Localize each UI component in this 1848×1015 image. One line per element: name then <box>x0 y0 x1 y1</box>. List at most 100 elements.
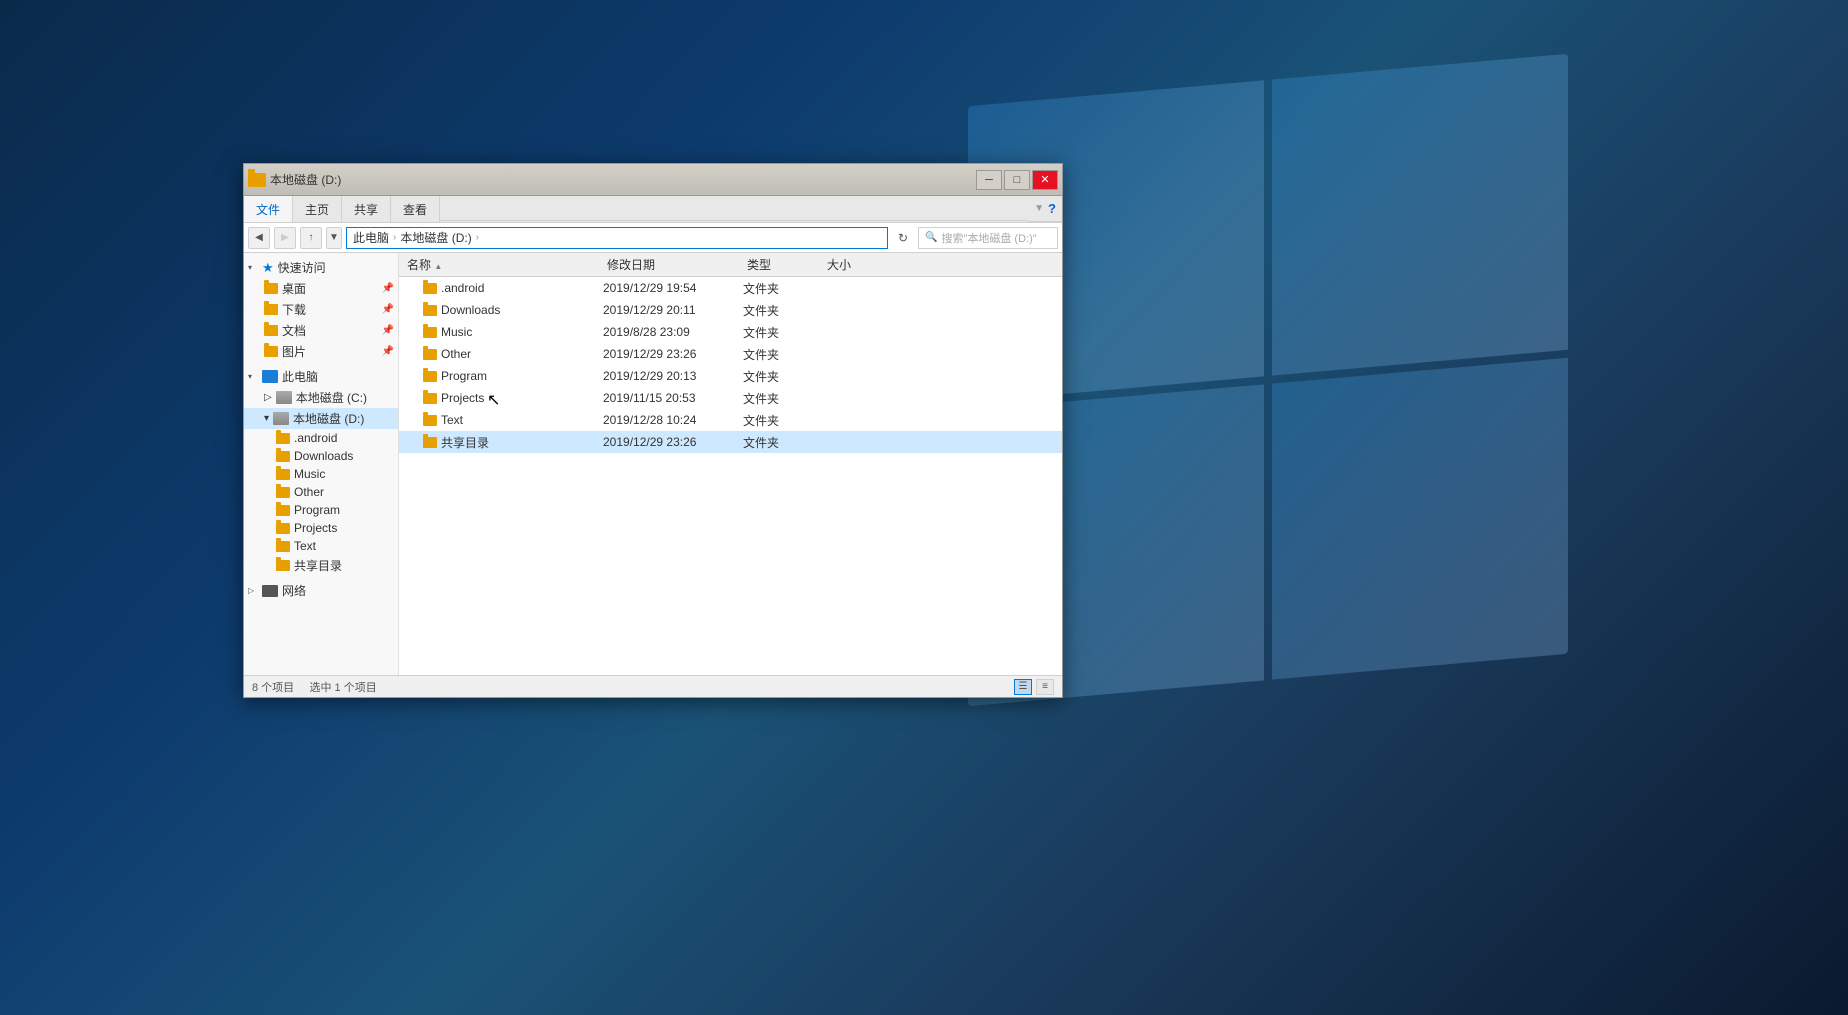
folder-icon <box>276 541 290 552</box>
sidebar-item-program[interactable]: Program <box>244 501 398 519</box>
folder-icon <box>264 304 278 315</box>
sidebar-item-d-drive[interactable]: ▾ 本地磁盘 (D:) <box>244 408 398 429</box>
tab-file[interactable]: 文件 <box>244 196 293 222</box>
file-list: 名称 ▲ 修改日期 类型 大小 .android 2019/12/29 19:5… <box>399 253 1062 675</box>
breadcrumb-d-drive[interactable]: 本地磁盘 (D:) <box>400 229 471 246</box>
sidebar-this-pc-header[interactable]: ▾ 此电脑 <box>244 366 398 387</box>
pin-icon: 📌 <box>382 325 394 336</box>
folder-icon <box>423 437 437 448</box>
sidebar-android-label: .android <box>294 431 337 445</box>
col-modified-header[interactable]: 修改日期 <box>603 256 743 273</box>
sidebar-network-header[interactable]: ▷ 网络 <box>244 580 398 601</box>
file-type: 文件夹 <box>743 302 823 319</box>
sidebar-item-desktop[interactable]: 桌面 📌 <box>244 278 398 299</box>
maximize-button[interactable]: □ <box>1004 170 1030 190</box>
arrow-icon: ▾ <box>264 413 269 424</box>
file-name: Projects <box>441 391 484 405</box>
tab-home[interactable]: 主页 <box>293 196 342 222</box>
back-button[interactable]: ◀ <box>248 227 270 249</box>
sidebar-item-projects[interactable]: Projects <box>244 519 398 537</box>
ribbon-help-icon[interactable]: ? <box>1048 201 1056 216</box>
file-row-program[interactable]: Program 2019/12/29 20:13 文件夹 <box>399 365 1062 387</box>
file-modified: 2019/12/29 23:26 <box>603 347 743 361</box>
file-type: 文件夹 <box>743 434 823 451</box>
sidebar-music-label: Music <box>294 467 325 481</box>
col-size-header[interactable]: 大小 <box>823 256 903 273</box>
folder-icon <box>264 325 278 336</box>
sidebar-projects-label: Projects <box>294 521 337 535</box>
sidebar-item-text[interactable]: Text <box>244 537 398 555</box>
sidebar-item-android[interactable]: .android <box>244 429 398 447</box>
main-area: ▾ ★ 快速访问 桌面 📌 下载 📌 <box>244 253 1062 675</box>
list-view-button[interactable]: ☰ <box>1014 679 1032 695</box>
sidebar-item-pictures[interactable]: 图片 📌 <box>244 341 398 362</box>
address-bar: ◀ ▶ ↑ ▼ 此电脑 › 本地磁盘 (D:) › ↻ 🔍 搜索"本地磁盘 (D… <box>244 223 1062 253</box>
ribbon-collapse-icon[interactable]: ▼ <box>1034 203 1044 214</box>
sidebar-downloads-d-label: Downloads <box>294 449 353 463</box>
pin-icon: 📌 <box>382 283 394 294</box>
file-modified: 2019/12/29 19:54 <box>603 281 743 295</box>
windows-logo-decoration <box>968 80 1668 780</box>
sidebar-shared-label: 共享目录 <box>294 557 342 574</box>
detail-view-button[interactable]: ≡ <box>1036 679 1054 695</box>
file-name: .android <box>441 281 484 295</box>
pin-icon: 📌 <box>382 346 394 357</box>
sidebar-item-downloads-d[interactable]: Downloads <box>244 447 398 465</box>
folder-icon <box>423 371 437 382</box>
forward-button[interactable]: ▶ <box>274 227 296 249</box>
file-name: Music <box>441 325 472 339</box>
file-type: 文件夹 <box>743 390 823 407</box>
window-icon <box>248 173 266 187</box>
file-modified: 2019/12/29 20:11 <box>603 303 743 317</box>
sidebar-quick-access-header[interactable]: ▾ ★ 快速访问 <box>244 257 398 278</box>
file-row-other[interactable]: Other 2019/12/29 23:26 文件夹 <box>399 343 1062 365</box>
status-left: 8 个项目 选中 1 个项目 <box>252 679 377 695</box>
folder-icon <box>423 283 437 294</box>
tab-share[interactable]: 共享 <box>342 196 391 222</box>
file-row-text[interactable]: Text 2019/12/28 10:24 文件夹 <box>399 409 1062 431</box>
drive-icon <box>273 412 289 425</box>
search-box[interactable]: 🔍 搜索"本地磁盘 (D:)" <box>918 227 1058 249</box>
folder-icon <box>264 283 278 294</box>
folder-icon <box>423 349 437 360</box>
file-type: 文件夹 <box>743 324 823 341</box>
ribbon-tabs: 文件 主页 共享 查看 ▼ ? <box>244 196 1062 222</box>
file-type: 文件夹 <box>743 368 823 385</box>
file-row-android[interactable]: .android 2019/12/29 19:54 文件夹 <box>399 277 1062 299</box>
close-button[interactable]: ✕ <box>1032 170 1058 190</box>
status-right: ☰ ≡ <box>1014 679 1054 695</box>
ribbon: 文件 主页 共享 查看 ▼ ? <box>244 196 1062 223</box>
sidebar-desktop-label: 桌面 <box>282 280 306 297</box>
file-type: 文件夹 <box>743 346 823 363</box>
file-row-projects[interactable]: Projects 2019/11/15 20:53 文件夹 <box>399 387 1062 409</box>
title-bar-buttons: ─ □ ✕ <box>976 170 1058 190</box>
tab-view[interactable]: 查看 <box>391 196 440 222</box>
sidebar-item-other[interactable]: Other <box>244 483 398 501</box>
folder-icon <box>423 393 437 404</box>
file-modified: 2019/12/28 10:24 <box>603 413 743 427</box>
refresh-button[interactable]: ↻ <box>892 227 914 249</box>
sidebar-item-downloads[interactable]: 下载 📌 <box>244 299 398 320</box>
arrow-icon: ▷ <box>264 392 272 403</box>
col-type-header[interactable]: 类型 <box>743 256 823 273</box>
file-row-shared[interactable]: 共享目录 2019/12/29 23:26 文件夹 <box>399 431 1062 453</box>
sidebar-item-documents[interactable]: 文档 📌 <box>244 320 398 341</box>
breadcrumb-this-pc[interactable]: 此电脑 <box>353 229 389 246</box>
file-list-header: 名称 ▲ 修改日期 类型 大小 <box>399 253 1062 277</box>
file-row-downloads[interactable]: Downloads 2019/12/29 20:11 文件夹 <box>399 299 1062 321</box>
file-name: Program <box>441 369 487 383</box>
sidebar-item-music[interactable]: Music <box>244 465 398 483</box>
quick-access-label: 快速访问 <box>278 259 326 276</box>
recent-locations-button[interactable]: ▼ <box>326 227 342 249</box>
col-name-header[interactable]: 名称 ▲ <box>403 256 603 273</box>
sidebar-item-c-drive[interactable]: ▷ 本地磁盘 (C:) <box>244 387 398 408</box>
address-path[interactable]: 此电脑 › 本地磁盘 (D:) › <box>346 227 888 249</box>
sidebar-other-label: Other <box>294 485 324 499</box>
sidebar-item-shared[interactable]: 共享目录 <box>244 555 398 576</box>
file-name: Other <box>441 347 471 361</box>
sidebar-documents-label: 文档 <box>282 322 306 339</box>
explorer-window: 本地磁盘 (D:) ─ □ ✕ 文件 主页 共享 查看 ▼ ? ◀ ▶ ↑ ▼ … <box>243 163 1063 698</box>
up-button[interactable]: ↑ <box>300 227 322 249</box>
file-row-music[interactable]: Music 2019/8/28 23:09 文件夹 <box>399 321 1062 343</box>
minimize-button[interactable]: ─ <box>976 170 1002 190</box>
